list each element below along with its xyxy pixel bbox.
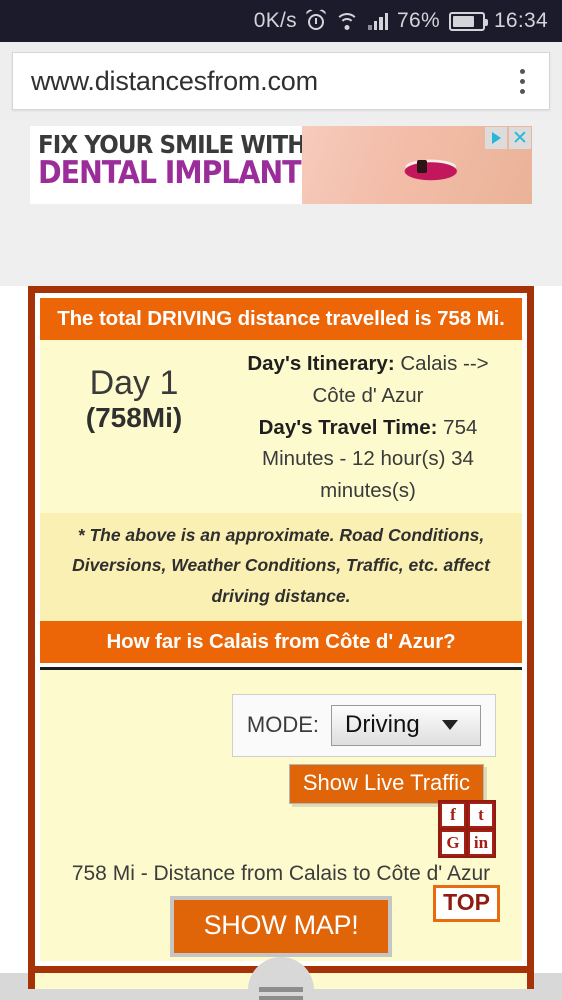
browser-toolbar: www.distancesfrom.com bbox=[0, 42, 562, 120]
traffic-row: Show Live Traffic bbox=[40, 757, 522, 804]
mode-label: MODE: bbox=[246, 712, 319, 738]
twitter-share-icon[interactable]: t bbox=[468, 801, 494, 828]
approximation-disclaimer: * The above is an approximate. Road Cond… bbox=[40, 512, 522, 621]
clock-text: 16:34 bbox=[493, 9, 548, 32]
travel-time-line: Day's Travel Time: 754 Minutes - 12 hour… bbox=[228, 412, 508, 507]
day-miles: (758Mi) bbox=[85, 402, 183, 434]
total-distance-banner: The total DRIVING distance travelled is … bbox=[40, 298, 522, 340]
question-banner: How far is Calais from Côte d' Azur? bbox=[40, 620, 522, 663]
controls-panel: MODE: Driving Show Live Traffic f t G in… bbox=[40, 669, 522, 961]
battery-percent-text: 76% bbox=[397, 9, 440, 32]
top-ad-whitespace bbox=[30, 204, 532, 286]
kebab-menu-icon[interactable] bbox=[509, 68, 535, 94]
wifi-icon bbox=[335, 11, 359, 31]
social-share-group: f t G in bbox=[438, 799, 496, 858]
show-map-button[interactable]: SHOW MAP! bbox=[169, 895, 393, 957]
address-bar[interactable]: www.distancesfrom.com bbox=[12, 52, 550, 110]
itinerary-line: Day's Itinerary: Calais --> Côte d' Azur bbox=[228, 348, 508, 412]
itinerary-label: Day's Itinerary: bbox=[247, 352, 395, 375]
battery-icon bbox=[448, 11, 488, 31]
top-ad-container: FIX YOUR SMILE WITH DENTAL IMPLANTS ✕ bbox=[0, 120, 562, 286]
url-text[interactable]: www.distancesfrom.com bbox=[31, 66, 509, 97]
phone-screen: 0K/s 76% 16:34 www.distancesfrom.com FIX… bbox=[0, 0, 562, 1000]
googleplus-share-icon[interactable]: G bbox=[440, 829, 466, 856]
top-ad-line2: DENTAL IMPLANTS bbox=[38, 155, 321, 192]
chevron-down-icon bbox=[441, 719, 458, 730]
status-bar: 0K/s 76% 16:34 bbox=[0, 0, 562, 42]
scroll-to-top-badge[interactable]: TOP bbox=[433, 884, 500, 922]
day-label: Day 1 bbox=[89, 364, 179, 402]
top-ad-controls: ✕ bbox=[485, 127, 531, 149]
mode-selector-group: MODE: Driving bbox=[231, 693, 496, 757]
signal-bars-icon bbox=[368, 12, 388, 30]
mode-selected-value: Driving bbox=[345, 710, 420, 738]
top-ad-banner[interactable]: FIX YOUR SMILE WITH DENTAL IMPLANTS ✕ bbox=[30, 126, 532, 204]
drag-handle-icon[interactable] bbox=[259, 986, 303, 1000]
mode-select[interactable]: Driving bbox=[331, 704, 481, 746]
day-summary: Day 1 (758Mi) Day's Itinerary: Calais --… bbox=[40, 340, 522, 513]
top-ad-text: FIX YOUR SMILE WITH DENTAL IMPLANTS bbox=[30, 126, 344, 204]
day-details: Day's Itinerary: Calais --> Côte d' Azur… bbox=[228, 348, 522, 507]
mode-row: MODE: Driving bbox=[40, 670, 522, 757]
show-live-traffic-button[interactable]: Show Live Traffic bbox=[288, 763, 484, 804]
distance-result-card: The total DRIVING distance travelled is … bbox=[28, 286, 534, 973]
page-drag-handle-area bbox=[0, 956, 562, 1000]
linkedin-share-icon[interactable]: in bbox=[468, 829, 494, 856]
day-label-block: Day 1 (758Mi) bbox=[40, 348, 228, 434]
close-x-icon[interactable]: ✕ bbox=[509, 127, 531, 149]
facebook-share-icon[interactable]: f bbox=[440, 801, 466, 828]
adchoices-play-icon[interactable] bbox=[485, 127, 507, 149]
travel-time-label: Day's Travel Time: bbox=[258, 415, 438, 439]
network-speed-text: 0K/s bbox=[253, 9, 297, 32]
alarm-clock-icon bbox=[305, 8, 327, 32]
